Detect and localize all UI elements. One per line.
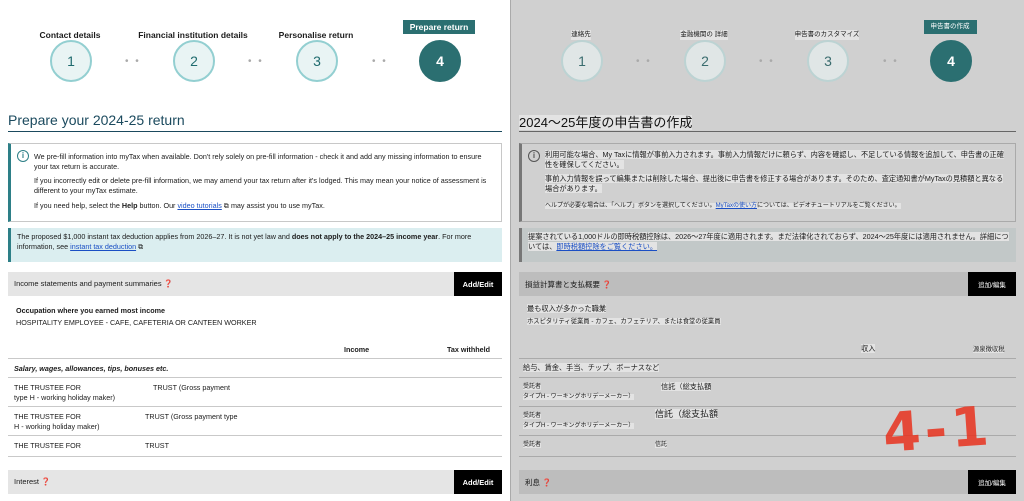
progress-stepper: Contact details 1 • • Financial institut… [0,0,510,100]
salary-category-label: 給与、賃金、手当、チップ、ボーナスなど [523,363,660,372]
add-edit-button[interactable]: 追加/編集 [968,272,1016,296]
step-connector: • • [883,56,899,67]
step-connector: • • [372,56,388,67]
interest-header: Interest ❓ Add/Edit [8,470,502,494]
occupation-section: 最も収入が多かった職業 ホスピタリティ従業員 - カフェ、カフェテリア、または食… [519,296,1016,336]
help-icon[interactable]: ❓ [602,280,611,289]
step-label: 申告書の作成 [895,20,1005,34]
handwritten-watermark: 4-1 [880,394,995,465]
video-tutorials-link[interactable]: video tutorials [177,201,221,210]
tax-withheld-column-header: Tax withheld [447,345,490,354]
tax-withheld-column-header: 源泉徴収税 [973,346,1005,353]
step-circle: 4 [930,40,972,82]
row-divider [8,435,502,436]
external-link-icon: ⧉ [136,242,144,251]
step-circle: 3 [296,40,338,82]
instant-tax-deduction-link[interactable]: instant tax deduction [70,242,136,251]
step-connector: • • [125,56,141,67]
step-connector: • • [248,56,264,67]
info-paragraph-prefill: We pre-fill information into myTax when … [34,152,482,171]
progress-stepper: 連絡先 1 • • 金融機関の 詳細 2 • • 申告書のカスタマイズ 3 • … [511,0,1024,100]
income-column-header: 収入 [861,344,876,353]
salary-category-label: Salary, wages, allowances, tips, bonuses… [14,364,169,373]
step-label: Financial institution details [138,30,248,40]
japanese-pane: 連絡先 1 • • 金融機関の 詳細 2 • • 申告書のカスタマイズ 3 • … [511,0,1024,501]
page-title: 2024〜25年度の申告書の作成 [519,115,693,130]
step-circle: 1 [50,40,92,82]
interest-header: 利息 ❓ 追加/編集 [519,470,1016,494]
step-label: Prepare return [384,20,494,34]
add-edit-button[interactable]: 追加/編集 [968,470,1016,494]
occupation-value: ホスピタリティ従業員 - カフェ、カフェテリア、または食堂の従業員 [527,318,721,325]
income-column-header: Income [344,345,370,354]
occupation-label: 最も収入が多かった職業 [527,304,607,313]
instant-tax-deduction-link[interactable]: 即時税額控除をご覧ください。 [556,242,657,251]
occupation-section: Occupation where you earned most income … [8,296,502,336]
step-label: 金融機関の 詳細 [680,30,728,40]
step-connector: • • [759,56,775,67]
step-circle: 2 [173,40,215,82]
info-paragraph-amend: 事前入力情報を誤って編集または削除した場合、提出後に申告書を修正する場合がありま… [545,174,1004,193]
step-circle: 3 [807,40,849,82]
video-tutorials-link[interactable]: MyTaxの使い方 [716,203,757,209]
step-label: 申告書のカスタマイズ [794,30,860,40]
row-divider [8,456,502,457]
add-edit-button[interactable]: Add/Edit [454,470,502,494]
page-title: Prepare your 2024-25 return [8,112,185,128]
row-divider [519,377,1016,378]
info-paragraph-amend: If you incorrectly edit or delete pre-fi… [34,176,487,195]
step-circle: 2 [684,40,726,82]
step-label: Contact details [39,30,101,40]
step-label: Personalise return [278,30,354,40]
info-icon: i [528,150,540,162]
step-label: 連絡先 [571,30,591,40]
help-icon[interactable]: ❓ [41,477,50,486]
step-circle: 4 [419,40,461,82]
info-paragraph-help: If you need help, select the Help button… [34,201,325,210]
info-paragraph-prefill: 利用可能な場合、My Taxに情報が事前入力されます。事前入力情報だけに頼らず、… [545,150,1004,169]
occupation-value: HOSPITALITY EMPLOYEE - CAFE, CAFETERIA O… [16,318,257,327]
info-paragraph-help: ヘルプが必要な場合は、「ヘルプ」ボタンを選択してください。MyTaxの使い方につ… [545,203,901,209]
info-icon: i [17,150,29,162]
title-divider [519,131,1016,132]
row-divider [519,358,1016,359]
tax-deduction-notice: The proposed $1,000 instant tax deductio… [8,228,502,262]
income-statements-header: 損益計算書と支払概要 ❓ 追加/編集 [519,272,1016,296]
help-icon[interactable]: ❓ [164,279,173,288]
step-connector: • • [636,56,652,67]
occupation-label: Occupation where you earned most income [16,306,165,315]
title-divider [8,131,502,132]
english-pane: Contact details 1 • • Financial institut… [0,0,510,501]
row-divider [8,377,502,378]
step-circle: 1 [561,40,603,82]
tax-deduction-notice: 提案されている1,000ドルの即時税額控除は、2026〜27年度に適用されます。… [519,228,1016,262]
prefill-info-box: i 利用可能な場合、My Taxに情報が事前入力されます。事前入力情報だけに頼ら… [519,143,1016,222]
row-divider [8,406,502,407]
external-link-icon: ⧉ [221,201,229,210]
row-divider [8,358,502,359]
income-statements-header: Income statements and payment summaries … [8,272,502,296]
help-icon[interactable]: ❓ [542,478,551,487]
add-edit-button[interactable]: Add/Edit [454,272,502,296]
prefill-info-box: i We pre-fill information into myTax whe… [8,143,502,222]
